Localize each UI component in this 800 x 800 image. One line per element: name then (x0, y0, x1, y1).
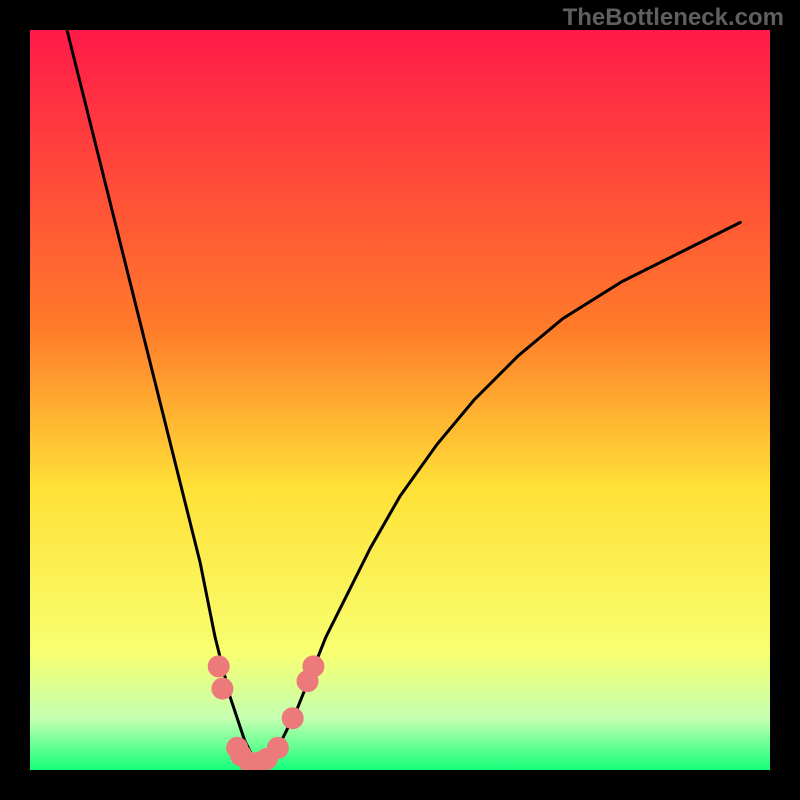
data-marker (211, 678, 233, 700)
data-marker (267, 737, 289, 759)
gradient-background (30, 30, 770, 770)
data-marker (208, 655, 230, 677)
plot-area (30, 30, 770, 770)
watermark-text: TheBottleneck.com (563, 4, 784, 32)
data-marker (302, 655, 324, 677)
data-marker (282, 707, 304, 729)
chart-svg (30, 30, 770, 770)
chart-frame: TheBottleneck.com (0, 0, 800, 800)
